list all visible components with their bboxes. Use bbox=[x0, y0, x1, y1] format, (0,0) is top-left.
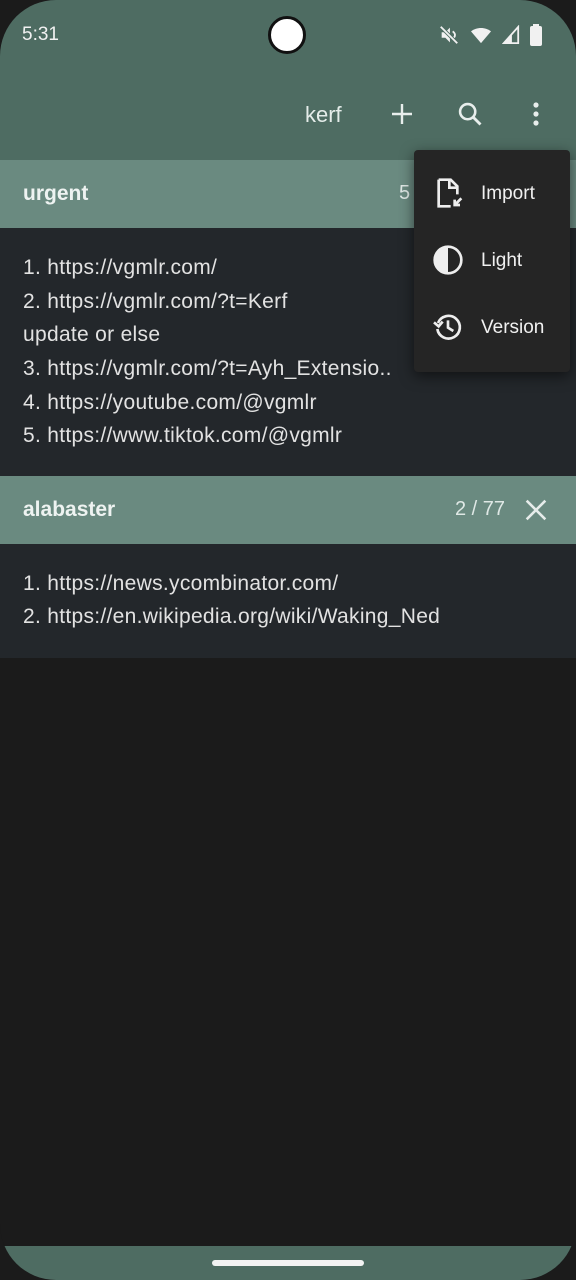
add-button[interactable] bbox=[386, 98, 418, 130]
phone-screen: 5:31 kerf urgent 5 1. https://vgmlr.com/… bbox=[0, 0, 576, 1280]
menu-item-label: Light bbox=[481, 250, 523, 271]
menu-item-import[interactable]: Import bbox=[414, 161, 570, 227]
close-section-button[interactable] bbox=[522, 496, 550, 524]
section-header[interactable]: alabaster 2 / 77 bbox=[0, 476, 576, 544]
search-button[interactable] bbox=[454, 98, 486, 130]
list-item[interactable]: 1. https://vgmlr.com/ bbox=[23, 256, 217, 280]
battery-icon bbox=[530, 24, 542, 46]
menu-item-light[interactable]: Light bbox=[414, 228, 570, 294]
section-title: urgent bbox=[23, 182, 89, 205]
search-icon bbox=[458, 102, 482, 126]
mute-icon bbox=[439, 25, 459, 45]
contrast-icon bbox=[433, 245, 463, 275]
section-body: 1. https://news.ycombinator.com/ 2. http… bbox=[0, 544, 576, 658]
menu-item-label: Import bbox=[481, 183, 535, 204]
section-title: alabaster bbox=[23, 498, 116, 521]
list-item[interactable]: 2. https://en.wikipedia.org/wiki/Waking_… bbox=[23, 605, 440, 629]
camera-cutout bbox=[268, 16, 306, 54]
list-item: update or else bbox=[23, 323, 161, 346]
more-vert-icon bbox=[533, 102, 539, 126]
wifi-icon bbox=[471, 27, 491, 44]
home-handle[interactable] bbox=[212, 1260, 364, 1266]
signal-icon bbox=[502, 25, 520, 44]
app-title[interactable]: kerf bbox=[305, 102, 342, 128]
close-icon bbox=[525, 499, 547, 521]
menu-item-version[interactable]: Version bbox=[414, 295, 570, 361]
list-item[interactable]: 1. https://news.ycombinator.com/ bbox=[23, 572, 338, 596]
section-count: 5 bbox=[399, 182, 411, 204]
history-icon bbox=[433, 314, 462, 340]
status-icons bbox=[438, 24, 542, 46]
status-time: 5:31 bbox=[22, 24, 59, 45]
section-count: 2 / 77 bbox=[455, 498, 506, 520]
app-bar: 5:31 kerf bbox=[0, 0, 576, 160]
overflow-menu-button[interactable] bbox=[520, 98, 552, 130]
list-item[interactable]: 5. https://www.tiktok.com/@vgmlr bbox=[23, 424, 342, 448]
overflow-menu: Import Light Version bbox=[414, 150, 570, 372]
list-item[interactable]: 2. https://vgmlr.com/?t=Kerf bbox=[23, 290, 288, 314]
list-item[interactable]: 3. https://vgmlr.com/?t=Ayh_Extensio.. bbox=[23, 357, 392, 381]
list-item[interactable]: 4. https://youtube.com/@vgmlr bbox=[23, 391, 317, 415]
file-import-icon bbox=[437, 178, 463, 208]
menu-item-label: Version bbox=[481, 317, 545, 338]
navigation-bar bbox=[0, 1246, 576, 1280]
plus-icon bbox=[392, 104, 412, 124]
